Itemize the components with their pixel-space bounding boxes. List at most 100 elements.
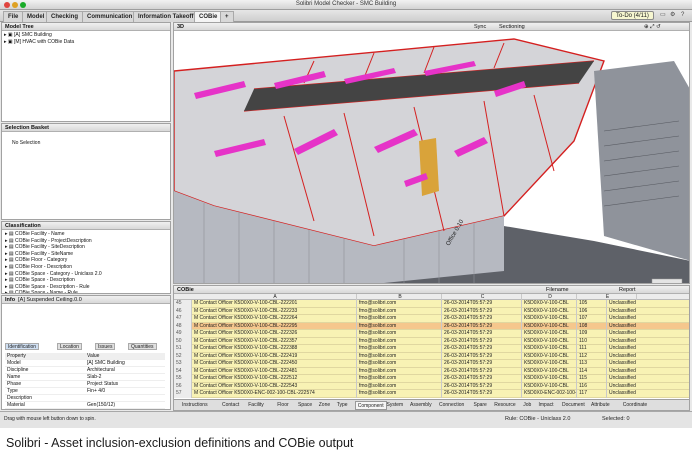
info-tab-identification[interactable]: Identification: [5, 343, 40, 350]
table-cell[interactable]: 26-03-2014T05:57:29: [442, 375, 522, 383]
table-cell[interactable]: M Contact Officer K5D0X0-V-100-CBL-22245…: [192, 360, 357, 368]
table-cell[interactable]: M Contact Officer K5D0X0-V-100-CBL-22232…: [192, 330, 357, 338]
table-cell[interactable]: 108: [577, 322, 607, 330]
table-cell[interactable]: K5D0X0-V-100-CBL: [522, 360, 577, 368]
table-cell[interactable]: fmo@solibri.com: [357, 337, 442, 345]
table-cell[interactable]: Unclassified: [607, 368, 689, 376]
classification-item[interactable]: ▸ ▤ COBie Space - Name - Rule: [5, 290, 165, 293]
settings-icon[interactable]: ⚙: [670, 11, 675, 20]
table-cell[interactable]: 26-03-2014T05:57:29: [442, 367, 522, 375]
table-cell[interactable]: M Contact Officer K5D0X0-V-100-CBL-22226…: [192, 315, 357, 323]
table-cell[interactable]: fmo@solibri.com: [357, 352, 442, 360]
table-cell[interactable]: 26-03-2014T05:57:29: [442, 307, 522, 315]
info-tab-quantities[interactable]: Quantities: [128, 343, 157, 350]
table-cell[interactable]: K5D0X0-V-100-CBL: [522, 382, 577, 390]
table-cell[interactable]: M Contact Officer K5D0X0-V-100-CBL-22235…: [192, 337, 357, 345]
table-cell[interactable]: K5D0X0-V-100-CBL: [522, 367, 577, 375]
table-cell[interactable]: 26-03-2014T05:57:29: [442, 390, 522, 398]
tree-item[interactable]: ▸ ▣ [M] HVAC with COBie Data: [4, 39, 74, 46]
table-row[interactable]: 49 M Contact Officer K5D0X0-V-100-CBL-222…: [174, 330, 689, 338]
sheet-tab-instructions[interactable]: Instructions: [182, 401, 208, 410]
table-cell[interactable]: Unclassified: [607, 315, 689, 323]
table-cell[interactable]: 26-03-2014T05:57:29: [442, 330, 522, 338]
table-cell[interactable]: K5D0X0-V-100-CBL: [522, 315, 577, 323]
table-cell[interactable]: 26-03-2014T05:57:29: [442, 337, 522, 345]
property-row[interactable]: Description: [5, 395, 165, 402]
table-cell[interactable]: fmo@solibri.com: [357, 322, 442, 330]
table-cell[interactable]: 26-03-2014T05:57:29: [442, 360, 522, 368]
table-row[interactable]: 45 M Contact Officer K5D0X0-V-100-CBL-222…: [174, 300, 689, 308]
table-cell[interactable]: 115: [577, 375, 607, 383]
classification-item[interactable]: ▸ ▤ COBie Space - Description: [5, 277, 165, 284]
info-tab-issues[interactable]: Issues: [95, 343, 116, 350]
table-row[interactable]: 47 M Contact Officer K5D0X0-V-100-CBL-222…: [174, 315, 689, 323]
property-row[interactable]: Material Gen(150/12): [5, 402, 165, 409]
table-cell[interactable]: 112: [577, 352, 607, 360]
table-cell[interactable]: 107: [577, 315, 607, 323]
sync-button[interactable]: Sync: [474, 23, 486, 30]
layout-icon[interactable]: ▭: [660, 11, 666, 20]
table-cell[interactable]: fmo@solibri.com: [357, 345, 442, 353]
table-cell[interactable]: M Contact Officer K5D0X0-ENC-002-100-CBL…: [192, 390, 357, 398]
tab-cobie[interactable]: COBie: [194, 11, 223, 22]
3d-building-model[interactable]: Office 0.10: [174, 31, 690, 284]
table-cell[interactable]: Unclassified: [607, 323, 689, 331]
table-cell[interactable]: Unclassified: [607, 338, 689, 346]
classification-item[interactable]: ▸ ▤ COBie Facility - Name: [5, 231, 165, 238]
table-cell[interactable]: M Contact Officer K5D0X0-V-100-CBL-22223…: [192, 307, 357, 315]
table-cell[interactable]: 26-03-2014T05:57:29: [442, 322, 522, 330]
table-cell[interactable]: Unclassified: [607, 330, 689, 338]
classification-item[interactable]: ▸ ▤ COBie Facility - SiteDescription: [5, 244, 165, 251]
table-cell[interactable]: K5D0X0-V-100-CBL: [522, 307, 577, 315]
table-cell[interactable]: K5D0X0-V-100-CBL: [522, 375, 577, 383]
table-cell[interactable]: 109: [577, 330, 607, 338]
table-cell[interactable]: fmo@solibri.com: [357, 330, 442, 338]
sectioning-button[interactable]: Sectioning: [499, 23, 525, 30]
table-cell[interactable]: 113: [577, 360, 607, 368]
table-cell[interactable]: Unclassified: [607, 390, 689, 398]
table-row[interactable]: 53 M Contact Officer K5D0X0-V-100-CBL-222…: [174, 360, 689, 368]
sheet-tab-connection[interactable]: Connection: [439, 401, 464, 410]
classification-item[interactable]: ▸ ▤ COBie Facility - ProjectDescription: [5, 238, 165, 245]
table-cell[interactable]: fmo@solibri.com: [357, 375, 442, 383]
table-cell[interactable]: M Contact Officer K5D0X0-V-100-CBL-22229…: [192, 322, 357, 330]
sheet-tab-impact[interactable]: Impact: [539, 401, 554, 410]
table-row[interactable]: 55 M Contact Officer K5D0X0-V-100-CBL-222…: [174, 375, 689, 383]
table-cell[interactable]: K5D0X0-V-100-CBL: [522, 322, 577, 330]
table-cell[interactable]: fmo@solibri.com: [357, 315, 442, 323]
filename-button[interactable]: Filename: [546, 286, 569, 293]
table-cell[interactable]: Unclassified: [607, 345, 689, 353]
sheet-tab-job[interactable]: Job: [523, 401, 531, 410]
table-cell[interactable]: M Contact Officer K5D0X0-V-100-CBL-22241…: [192, 352, 357, 360]
table-cell[interactable]: Unclassified: [607, 300, 689, 308]
sheet-tab-attribute[interactable]: Attribute: [591, 401, 610, 410]
table-cell[interactable]: 26-03-2014T05:57:29: [442, 300, 522, 308]
sheet-tab-facility[interactable]: Facility: [248, 401, 264, 410]
table-row[interactable]: 54 M Contact Officer K5D0X0-V-100-CBL-222…: [174, 367, 689, 376]
table-cell[interactable]: 111: [577, 345, 607, 353]
property-row[interactable]: Layer Suspended Ceiling: [5, 409, 165, 410]
tab-communication[interactable]: Communication: [82, 11, 138, 22]
sheet-tab-space[interactable]: Space: [298, 401, 312, 410]
table-cell[interactable]: 114: [577, 367, 607, 375]
sheet-tab-contact[interactable]: Contact: [222, 401, 239, 410]
table-cell[interactable]: K5D0X0-V-100-CBL: [522, 352, 577, 360]
table-row[interactable]: 57 M Contact Officer K5D0X0-ENC-002-100-C…: [174, 390, 689, 398]
navigation-cube[interactable]: [651, 278, 683, 284]
table-cell[interactable]: fmo@solibri.com: [357, 360, 442, 368]
add-tab-button[interactable]: +: [220, 11, 234, 22]
table-row[interactable]: 50 M Contact Officer K5D0X0-V-100-CBL-222…: [174, 337, 689, 346]
sheet-tab-component[interactable]: Component: [354, 401, 387, 410]
property-row[interactable]: Model [A] SMC Building: [5, 360, 165, 367]
info-tab-location[interactable]: Location: [57, 343, 82, 350]
table-row[interactable]: 51 M Contact Officer K5D0X0-V-100-CBL-222…: [174, 345, 689, 353]
table-cell[interactable]: 26-03-2014T05:57:29: [442, 345, 522, 353]
table-cell[interactable]: M Contact Officer K5D0X0-V-100-CBL-22248…: [192, 367, 357, 375]
table-cell[interactable]: fmo@solibri.com: [357, 382, 442, 390]
table-cell[interactable]: K5D0X0-V-100-CBL: [522, 337, 577, 345]
sheet-tab-system[interactable]: System: [387, 401, 404, 410]
table-cell[interactable]: Unclassified: [607, 360, 689, 368]
table-cell[interactable]: 110: [577, 337, 607, 345]
table-cell[interactable]: K5D0X0-V-100-CBL: [522, 345, 577, 353]
sheet-tab-spare[interactable]: Spare: [474, 401, 487, 410]
